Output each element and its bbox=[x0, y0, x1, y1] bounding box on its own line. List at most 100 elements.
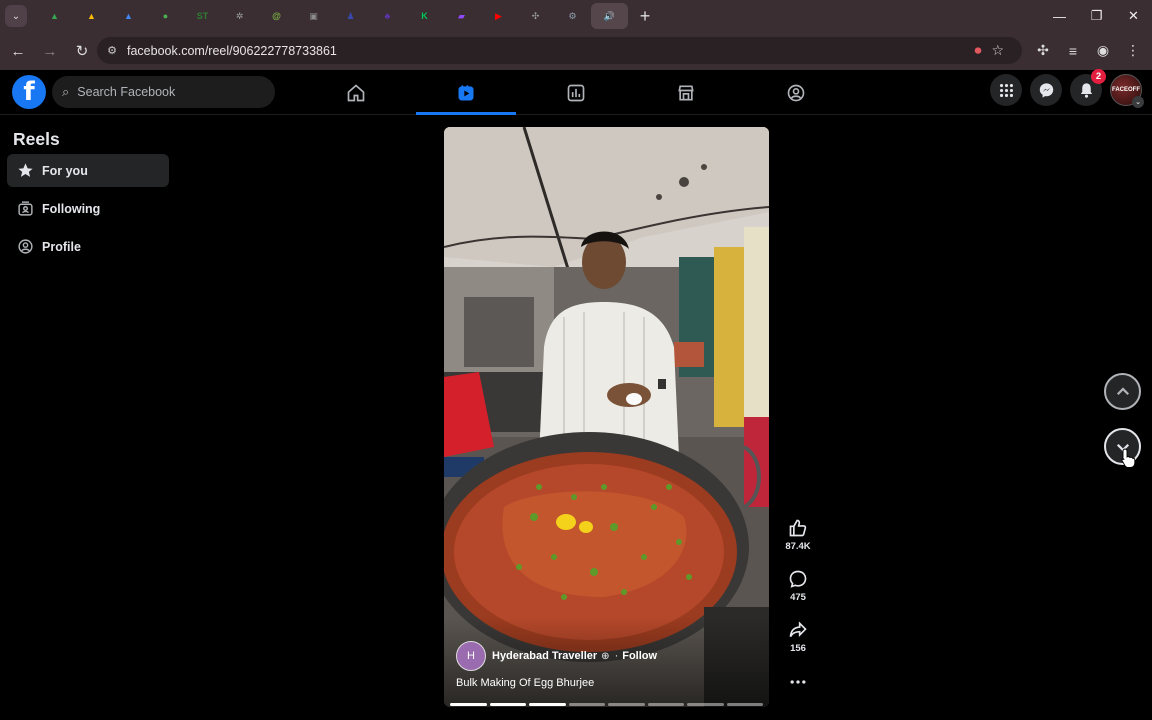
sidebar-item-label: For you bbox=[42, 163, 88, 178]
sidebar-item-following[interactable]: Following bbox=[7, 192, 169, 225]
bell-icon bbox=[1080, 82, 1092, 98]
browser-tab[interactable]: ✲ bbox=[221, 3, 258, 29]
groups-tab[interactable] bbox=[746, 70, 846, 115]
back-button[interactable]: ← bbox=[4, 37, 32, 65]
close-window-button[interactable]: ✕ bbox=[1115, 0, 1152, 32]
at-icon: @ bbox=[272, 11, 281, 21]
browser-tab[interactable]: 🔊 bbox=[591, 3, 628, 29]
marketplace-tab[interactable] bbox=[636, 70, 736, 115]
grid-icon bbox=[999, 83, 1013, 97]
forward-button[interactable]: → bbox=[36, 37, 64, 65]
like-icon bbox=[789, 519, 807, 537]
browser-tab[interactable]: ♟ bbox=[332, 3, 369, 29]
globe-icon: ⊕ bbox=[601, 650, 610, 662]
browser-tab[interactable]: ST bbox=[184, 3, 221, 29]
green-leaf-icon: ● bbox=[162, 11, 169, 21]
sidebar-item-label: Following bbox=[42, 201, 101, 216]
search-input[interactable]: ⌕ Search Facebook bbox=[52, 76, 275, 108]
browser-tab[interactable]: ⚙ bbox=[554, 3, 591, 29]
browser-tab[interactable]: ✣ bbox=[517, 3, 554, 29]
extensions-icon[interactable]: ✣ bbox=[1028, 42, 1058, 59]
tab-search-button[interactable]: ⌄ bbox=[5, 5, 27, 27]
browser-tab[interactable]: ▲ bbox=[36, 3, 73, 29]
browser-tab[interactable]: ▲ bbox=[73, 3, 110, 29]
reload-button[interactable]: ↻ bbox=[68, 37, 96, 65]
minimize-button[interactable]: — bbox=[1041, 0, 1078, 32]
restore-button[interactable]: ❐ bbox=[1078, 0, 1115, 32]
progress-segment bbox=[568, 703, 605, 706]
address-bar[interactable]: ⚙ facebook.com/reel/906222778733861 ⏺ ☆ bbox=[97, 37, 1022, 64]
share-count: 156 bbox=[790, 643, 806, 654]
comment-button[interactable]: 475 bbox=[781, 569, 815, 603]
marketplace-icon bbox=[678, 85, 694, 100]
audio-icon: 🔊 bbox=[603, 10, 616, 21]
home-tab[interactable] bbox=[306, 70, 406, 115]
browser-toolbar: ← → ↻ ⚙ facebook.com/reel/90622277873386… bbox=[0, 32, 1152, 70]
more-options-button[interactable] bbox=[781, 672, 815, 692]
share-button[interactable]: 156 bbox=[781, 620, 815, 654]
window-controls: — ❐ ✕ bbox=[1041, 0, 1152, 32]
sidebar-item-profile[interactable]: Profile bbox=[7, 230, 169, 263]
chevron-up-icon bbox=[1116, 386, 1129, 395]
progress-segment bbox=[450, 703, 487, 706]
new-tab-button[interactable]: + bbox=[632, 3, 658, 29]
progress-segment bbox=[726, 703, 763, 706]
browser-tab[interactable]: ▣ bbox=[295, 3, 332, 29]
dashboard-tab[interactable] bbox=[526, 70, 626, 115]
screen-record-icon[interactable]: ⏺ bbox=[974, 42, 981, 59]
sidebar-item-for-you[interactable]: For you bbox=[7, 154, 169, 187]
drive-icon: ▲ bbox=[124, 11, 133, 21]
reel-progress-bar[interactable] bbox=[450, 703, 763, 706]
reel-caption: Bulk Making Of Egg Bhurjee bbox=[456, 677, 595, 689]
star-icon bbox=[16, 162, 34, 180]
browser-tab-bar: ⌄ ▲ ▲ ▲ ● ST ✲ @ ▣ ♟ ♣ K ▰ ▶ ✣ ⚙ 🔊 + — ❐ ✕ bbox=[0, 0, 1152, 32]
author-name[interactable]: Hyderabad Traveller bbox=[492, 650, 597, 662]
youtube-icon: ▶ bbox=[495, 10, 502, 21]
blue-icon: ♟ bbox=[346, 10, 355, 21]
notification-badge: 2 bbox=[1091, 69, 1106, 84]
search-placeholder: Search Facebook bbox=[77, 85, 176, 99]
follow-button[interactable]: Follow bbox=[622, 650, 657, 662]
facebook-logo[interactable]: f bbox=[12, 75, 46, 109]
mouse-cursor-icon bbox=[1121, 448, 1135, 468]
browser-tab[interactable]: ▶ bbox=[480, 3, 517, 29]
share-icon bbox=[789, 621, 807, 638]
avatar-text: FACEOFF bbox=[1112, 87, 1140, 93]
browser-tab[interactable]: ▲ bbox=[110, 3, 147, 29]
menu-grid-button[interactable] bbox=[990, 74, 1022, 106]
notifications-button[interactable]: 2 bbox=[1070, 69, 1106, 106]
author-avatar[interactable]: H bbox=[456, 641, 486, 671]
browser-tab[interactable]: ● bbox=[147, 3, 184, 29]
purple-icon: ♣ bbox=[384, 11, 391, 21]
browser-profile-icon[interactable]: ◉ bbox=[1088, 42, 1118, 59]
groups-icon bbox=[787, 84, 805, 101]
browser-tab[interactable]: @ bbox=[258, 3, 295, 29]
media-control-icon[interactable]: ≡ bbox=[1058, 43, 1088, 59]
messenger-button[interactable] bbox=[1030, 74, 1062, 106]
account-avatar[interactable]: FACEOFF ⌄ bbox=[1110, 74, 1144, 108]
browser-tab[interactable]: ▰ bbox=[443, 3, 480, 29]
browser-menu-icon[interactable]: ⋮ bbox=[1118, 42, 1148, 59]
st-icon: ST bbox=[196, 11, 209, 21]
reel-video-player[interactable]: H Hyderabad Traveller ⊕ · Follow Bulk Ma… bbox=[444, 127, 769, 707]
url-text[interactable]: facebook.com/reel/906222778733861 bbox=[127, 44, 337, 58]
reels-tab[interactable] bbox=[416, 70, 516, 115]
sidebar-item-label: Profile bbox=[42, 239, 81, 254]
messenger-icon bbox=[1039, 82, 1053, 98]
like-button[interactable]: 87.4K bbox=[781, 518, 815, 552]
previous-reel-button[interactable] bbox=[1104, 373, 1141, 410]
site-info-icon[interactable]: ⚙ bbox=[105, 44, 119, 58]
browser-tab[interactable]: ♣ bbox=[369, 3, 406, 29]
bookmark-star-icon[interactable]: ☆ bbox=[991, 42, 1004, 59]
more-icon bbox=[790, 680, 806, 684]
progress-segment bbox=[529, 703, 566, 706]
progress-segment bbox=[608, 703, 645, 706]
profile-icon bbox=[16, 238, 34, 256]
chevron-down-icon: ⌄ bbox=[1132, 96, 1144, 108]
facebook-top-nav: f ⌕ Search Facebook 2 FACEOFF ⌄ bbox=[0, 69, 1152, 115]
like-count: 87.4K bbox=[785, 541, 811, 552]
browser-tab[interactable]: K bbox=[406, 3, 443, 29]
drive-icon: ▲ bbox=[50, 11, 59, 21]
comment-icon bbox=[789, 570, 807, 588]
k-icon: K bbox=[421, 11, 428, 21]
